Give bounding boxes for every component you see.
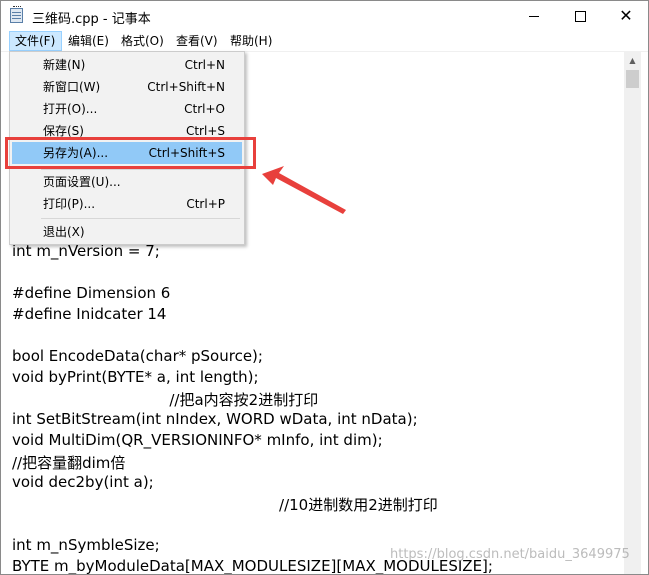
code-line: //把a内容按2进制打印 bbox=[12, 391, 319, 409]
menu-item-page-setup[interactable]: 页面设置(U)... bbox=[12, 171, 242, 193]
menu-item-label: 打开(O)... bbox=[43, 102, 98, 116]
menu-item-open[interactable]: 打开(O)... Ctrl+O bbox=[12, 98, 242, 120]
menu-file[interactable]: 文件(F) bbox=[9, 31, 62, 51]
code-line: #define Inidcater 14 bbox=[12, 305, 167, 323]
menu-item-shortcut: Ctrl+N bbox=[184, 58, 225, 72]
menu-bar: 文件(F) 编辑(E) 格式(O) 查看(V) 帮助(H) bbox=[1, 31, 648, 52]
menu-item-shortcut: Ctrl+Shift+N bbox=[147, 80, 225, 94]
menu-item-new-window[interactable]: 新窗口(W) Ctrl+Shift+N bbox=[12, 76, 242, 98]
watermark: https://blog.csdn.net/baidu_3649975 bbox=[390, 547, 630, 562]
menu-item-exit[interactable]: 退出(X) bbox=[12, 221, 242, 243]
code-line: #define Dimension 6 bbox=[12, 284, 171, 302]
notepad-window: 三维码.cpp - 记事本 ✕ 文件(F) 编辑(E) 格式(O) 查看(V) … bbox=[0, 0, 649, 575]
maximize-icon bbox=[574, 10, 586, 22]
menu-item-label: 页面设置(U)... bbox=[43, 175, 121, 189]
annotation-arrow-icon bbox=[262, 166, 346, 214]
minimize-button[interactable] bbox=[511, 1, 557, 31]
title-bar: 三维码.cpp - 记事本 ✕ bbox=[1, 1, 648, 31]
notepad-icon bbox=[10, 6, 23, 23]
code-line: bool EncodeData(char* pSource); bbox=[12, 347, 263, 365]
annotation-highlight-box bbox=[5, 137, 256, 169]
code-line: void byPrint(BYTE* a, int length); bbox=[12, 368, 259, 386]
menu-separator bbox=[41, 169, 240, 170]
menu-item-label: 退出(X) bbox=[43, 225, 85, 239]
maximize-button[interactable] bbox=[557, 1, 603, 31]
code-line: void MultiDim(QR_VERSIONINFO* mInfo, int… bbox=[12, 431, 383, 449]
code-line: //把容量翻dim倍 bbox=[12, 454, 126, 472]
menu-item-new[interactable]: 新建(N) Ctrl+N bbox=[12, 54, 242, 76]
menu-help[interactable]: 帮助(H) bbox=[230, 31, 272, 51]
menu-item-shortcut: Ctrl+P bbox=[186, 197, 225, 211]
menu-item-shortcut: Ctrl+O bbox=[184, 102, 225, 116]
menu-item-label: 打印(P)... bbox=[43, 197, 96, 211]
scroll-up-arrow-icon[interactable]: ▲ bbox=[624, 52, 641, 69]
close-button[interactable]: ✕ bbox=[603, 1, 648, 31]
menu-item-label: 新窗口(W) bbox=[43, 80, 101, 94]
vertical-scrollbar[interactable]: ▲ bbox=[624, 52, 641, 574]
menu-item-print[interactable]: 打印(P)... Ctrl+P bbox=[12, 193, 242, 215]
menu-format[interactable]: 格式(O) bbox=[121, 31, 164, 51]
code-line: int SetBitStream(int nIndex, WORD wData,… bbox=[12, 410, 418, 428]
code-line: int m_nSymbleSize; bbox=[12, 536, 160, 554]
code-line: void dec2by(int a); bbox=[12, 473, 154, 491]
window-title: 三维码.cpp - 记事本 bbox=[32, 12, 151, 27]
minimize-icon bbox=[529, 15, 539, 17]
menu-item-label: 新建(N) bbox=[43, 58, 86, 72]
menu-edit[interactable]: 编辑(E) bbox=[68, 31, 109, 51]
close-icon: ✕ bbox=[619, 6, 633, 25]
scrollbar-thumb[interactable] bbox=[626, 70, 639, 88]
menu-separator bbox=[41, 218, 240, 219]
menu-view[interactable]: 查看(V) bbox=[176, 31, 218, 51]
code-line: //10进制数用2进制打印 bbox=[12, 496, 438, 514]
